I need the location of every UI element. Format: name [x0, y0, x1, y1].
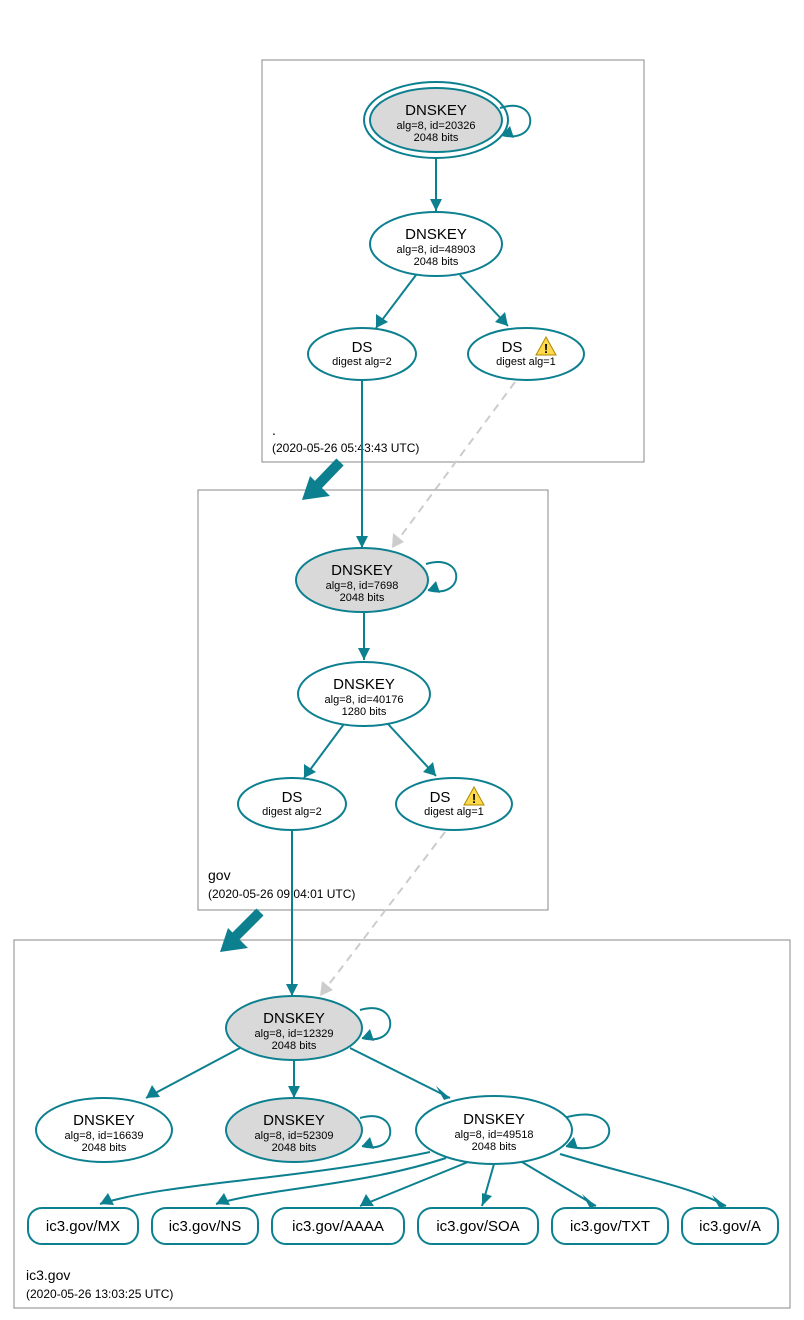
zone-ic3-label: ic3.gov	[26, 1267, 70, 1283]
root-ds2-sub1: digest alg=2	[332, 356, 392, 368]
zone-gov-ts: (2020-05-26 09:04:01 UTC)	[208, 887, 355, 901]
gov-ksk-sub2: 2048 bits	[340, 592, 385, 604]
gov-zsk-title: DNSKEY	[333, 676, 395, 693]
rr-ns-label: ic3.gov/NS	[169, 1218, 242, 1235]
node-ic3-k1: DNSKEY alg=8, id=16639 2048 bits	[36, 1098, 172, 1162]
edge-ds1-govksk	[392, 382, 515, 548]
node-root-ksk: DNSKEY alg=8, id=20326 2048 bits	[364, 82, 508, 158]
node-root-zsk: DNSKEY alg=8, id=48903 2048 bits	[370, 212, 502, 276]
gov-zsk-sub1: alg=8, id=40176	[325, 694, 404, 706]
ic3-k3-sub1: alg=8, id=49518	[455, 1129, 534, 1141]
node-rr-ns: ic3.gov/NS	[152, 1208, 258, 1244]
node-rr-a: ic3.gov/A	[682, 1208, 778, 1244]
ic3-k3-title: DNSKEY	[463, 1111, 525, 1128]
node-rr-txt: ic3.gov/TXT	[552, 1208, 668, 1244]
gov-ksk-sub1: alg=8, id=7698	[326, 580, 399, 592]
dnssec-graph: . (2020-05-26 05:43:43 UTC) gov (2020-05…	[0, 0, 804, 1320]
ic3-ksk-title: DNSKEY	[263, 1010, 325, 1027]
edge-self-ic3-k2	[360, 1116, 390, 1147]
edge-k3-ns	[216, 1158, 446, 1204]
ic3-ksk-sub2: 2048 bits	[272, 1040, 317, 1052]
root-ds2-title: DS	[352, 339, 373, 356]
gov-ds1-title: DS	[430, 789, 451, 806]
ic3-k1-sub1: alg=8, id=16639	[65, 1130, 144, 1142]
node-rr-mx: ic3.gov/MX	[28, 1208, 138, 1244]
rr-aaaa-label: ic3.gov/AAAA	[292, 1218, 384, 1235]
ic3-ksk-sub1: alg=8, id=12329	[255, 1028, 334, 1040]
ic3-k2-sub1: alg=8, id=52309	[255, 1130, 334, 1142]
ic3-k2-title: DNSKEY	[263, 1112, 325, 1129]
zone-gov-label: gov	[208, 867, 231, 883]
node-ic3-k3: DNSKEY alg=8, id=49518 2048 bits	[416, 1096, 572, 1164]
ic3-k1-title: DNSKEY	[73, 1112, 135, 1129]
node-gov-ksk: DNSKEY alg=8, id=7698 2048 bits	[296, 548, 428, 612]
edge-k3-aaaa	[360, 1162, 468, 1206]
node-ic3-ksk: DNSKEY alg=8, id=12329 2048 bits	[226, 996, 362, 1060]
root-ksk-sub1: alg=8, id=20326	[397, 120, 476, 132]
edge-govds1-ic3ksk	[320, 832, 445, 996]
node-rr-soa: ic3.gov/SOA	[418, 1208, 538, 1244]
node-rr-aaaa: ic3.gov/AAAA	[272, 1208, 404, 1244]
ic3-k1-sub2: 2048 bits	[82, 1142, 127, 1154]
root-zsk-sub2: 2048 bits	[414, 256, 459, 268]
svg-text:!: !	[472, 791, 476, 806]
ic3-k3-sub2: 2048 bits	[472, 1141, 517, 1153]
edge-zone-gov-ic3	[234, 912, 260, 938]
gov-zsk-sub2: 1280 bits	[342, 706, 387, 718]
node-gov-ds1: DS digest alg=1 !	[396, 778, 512, 830]
root-ds1-title: DS	[502, 339, 523, 356]
node-root-ds2: DS digest alg=2	[308, 328, 416, 380]
zone-root-label: .	[272, 422, 276, 438]
edge-zone-root-gov	[316, 462, 340, 487]
edge-ic3ksk-k1	[146, 1048, 240, 1098]
svg-text:!: !	[544, 341, 548, 356]
edge-self-ic3-ksk	[360, 1008, 390, 1039]
zone-root-ts: (2020-05-26 05:43:43 UTC)	[272, 441, 419, 455]
gov-ds2-title: DS	[282, 789, 303, 806]
ic3-k2-sub2: 2048 bits	[272, 1142, 317, 1154]
rr-txt-label: ic3.gov/TXT	[570, 1218, 650, 1235]
gov-ds2-sub1: digest alg=2	[262, 806, 322, 818]
node-gov-ds2: DS digest alg=2	[238, 778, 346, 830]
rr-a-label: ic3.gov/A	[699, 1218, 761, 1235]
zone-ic3-ts: (2020-05-26 13:03:25 UTC)	[26, 1287, 173, 1301]
root-zsk-sub1: alg=8, id=48903	[397, 244, 476, 256]
rr-mx-label: ic3.gov/MX	[46, 1218, 120, 1235]
gov-ds1-sub1: digest alg=1	[424, 806, 484, 818]
edge-ic3ksk-k3	[350, 1048, 450, 1098]
root-ds1-sub1: digest alg=1	[496, 356, 556, 368]
rr-soa-label: ic3.gov/SOA	[436, 1218, 519, 1235]
gov-ksk-title: DNSKEY	[331, 562, 393, 579]
root-ksk-sub2: 2048 bits	[414, 132, 459, 144]
node-ic3-k2: DNSKEY alg=8, id=52309 2048 bits	[226, 1098, 362, 1162]
edge-k3-txt	[522, 1162, 596, 1206]
node-gov-zsk: DNSKEY alg=8, id=40176 1280 bits	[298, 662, 430, 726]
root-ksk-title: DNSKEY	[405, 102, 467, 119]
node-root-ds1: DS digest alg=1 !	[468, 328, 584, 380]
edge-self-gov-ksk	[426, 562, 456, 591]
root-zsk-title: DNSKEY	[405, 226, 467, 243]
